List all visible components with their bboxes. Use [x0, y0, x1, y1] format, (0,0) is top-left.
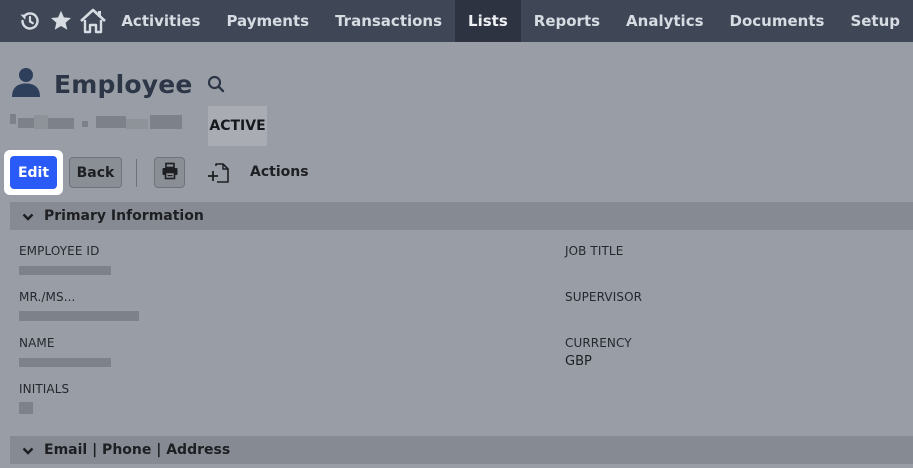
person-icon [10, 66, 42, 102]
nav-setup[interactable]: Setup [837, 0, 913, 42]
page-header: Employee [10, 66, 225, 102]
employee-id-label: EMPLOYEE ID [19, 244, 100, 258]
top-navigation: Activities Payments Transactions Lists R… [0, 0, 913, 42]
section-title: Primary Information [44, 208, 204, 224]
nav-activities[interactable]: Activities [108, 0, 213, 42]
section-email-phone-address[interactable]: Email | Phone | Address [10, 436, 913, 464]
printer-icon [161, 162, 179, 184]
nav-documents[interactable]: Documents [717, 0, 838, 42]
nav-reports[interactable]: Reports [521, 0, 613, 42]
back-button[interactable]: Back [69, 157, 122, 188]
currency-label: CURRENCY [565, 336, 632, 350]
home-icon[interactable] [77, 0, 108, 42]
salutation-label: MR./MS... [19, 290, 76, 304]
search-icon[interactable] [207, 75, 225, 97]
nav-lists[interactable]: Lists [455, 0, 521, 42]
actions-menu[interactable]: Actions [250, 164, 309, 180]
name-label: NAME [19, 336, 55, 350]
initials-redacted [19, 402, 33, 414]
edit-button[interactable]: Edit [10, 156, 57, 189]
supervisor-label: SUPERVISOR [565, 290, 643, 304]
nav-analytics[interactable]: Analytics [613, 0, 716, 42]
nav-transactions[interactable]: Transactions [322, 0, 455, 42]
currency-value: GBP [565, 354, 592, 369]
recent-icon[interactable] [0, 0, 45, 42]
chevron-down-icon [22, 207, 34, 226]
section-primary-information[interactable]: Primary Information [10, 202, 913, 230]
page-title: Employee [54, 69, 193, 99]
toolbar-divider [136, 159, 137, 187]
nav-payments[interactable]: Payments [213, 0, 322, 42]
initials-label: INITIALS [19, 382, 70, 396]
name-redacted [19, 358, 111, 367]
employee-id-redacted [19, 266, 111, 275]
job-title-label: JOB TITLE [565, 244, 624, 258]
chevron-down-icon [22, 441, 34, 460]
status-badge: ACTIVE [208, 106, 267, 146]
add-document-icon[interactable] [208, 162, 230, 188]
star-icon[interactable] [45, 0, 76, 42]
salutation-redacted [19, 311, 139, 321]
print-button[interactable] [154, 157, 185, 188]
section-title: Email | Phone | Address [44, 442, 231, 458]
